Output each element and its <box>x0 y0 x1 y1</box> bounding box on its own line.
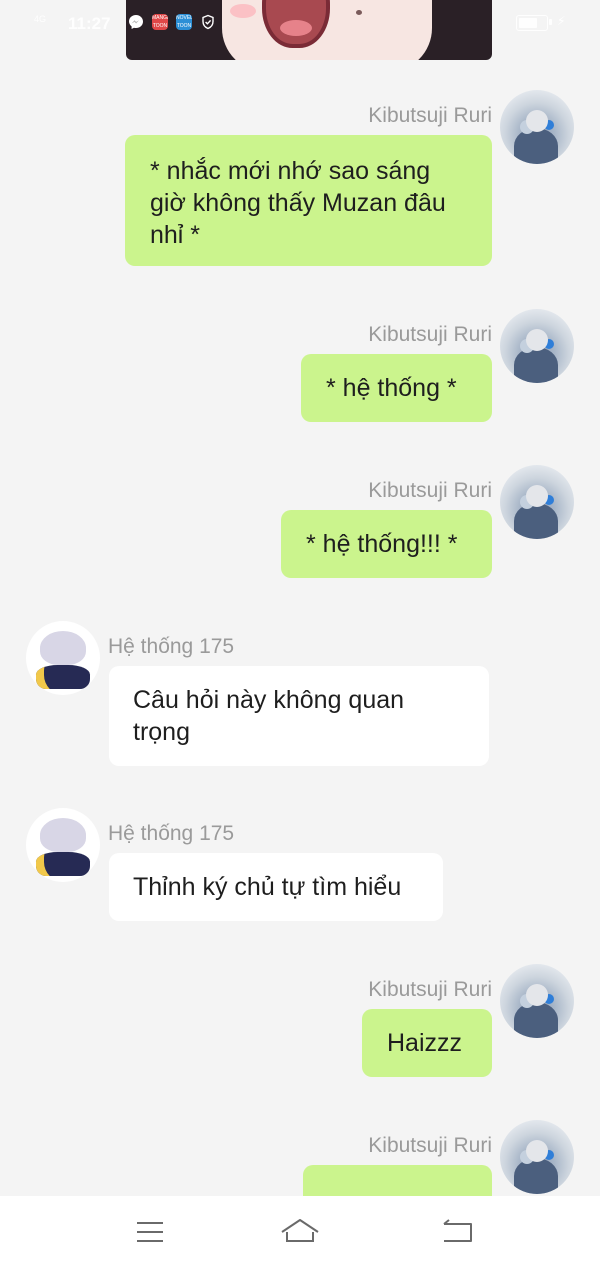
signal-indicator: 4G <box>34 14 47 24</box>
status-time: 11:27 <box>68 14 111 33</box>
noveltoon-app-icon: NOVEL TOON <box>176 14 192 30</box>
sender-name: Kibutsuji Ruri <box>368 479 492 502</box>
battery-icon <box>516 15 548 31</box>
avatar[interactable] <box>500 465 574 539</box>
battery-tip <box>549 19 552 25</box>
sender-name: Kibutsuji Ruri <box>368 104 492 127</box>
charging-icon: ⚡ <box>557 14 566 28</box>
message-bubble[interactable]: * nhắc mới nhớ sao sáng giờ không thấy M… <box>125 135 492 266</box>
battery-level <box>519 18 537 28</box>
sender-name: Kibutsuji Ruri <box>368 1134 492 1157</box>
message-bubble[interactable]: * hệ thống * <box>301 354 492 422</box>
system-navigation-bar <box>0 1196 600 1267</box>
avatar[interactable] <box>500 1120 574 1194</box>
avatar[interactable] <box>500 90 574 164</box>
back-icon[interactable] <box>428 1210 488 1254</box>
home-icon[interactable] <box>270 1210 330 1254</box>
message-bubble[interactable]: Câu hỏi này không quan trọng <box>109 666 489 766</box>
message-bubble[interactable]: * hệ thống!!! * <box>281 510 492 578</box>
message-bubble[interactable]: Thỉnh ký chủ tự tìm hiểu <box>109 853 443 921</box>
avatar[interactable] <box>500 964 574 1038</box>
menu-icon[interactable] <box>120 1210 180 1254</box>
status-bar: 4G 11:27 MANGA TOON NOVEL TOON ⚡ <box>0 0 600 44</box>
avatar[interactable] <box>500 309 574 383</box>
shield-icon <box>200 14 216 30</box>
sender-name: Kibutsuji Ruri <box>368 323 492 346</box>
sender-name: Kibutsuji Ruri <box>368 978 492 1001</box>
avatar[interactable] <box>26 621 100 695</box>
avatar[interactable] <box>26 808 100 882</box>
sender-name: Hệ thống 175 <box>108 635 235 658</box>
mangatoon-app-icon: MANGA TOON <box>152 14 168 30</box>
messenger-icon <box>128 14 144 30</box>
message-bubble[interactable]: Haizzz <box>362 1009 492 1077</box>
sender-name: Hệ thống 175 <box>108 822 235 845</box>
